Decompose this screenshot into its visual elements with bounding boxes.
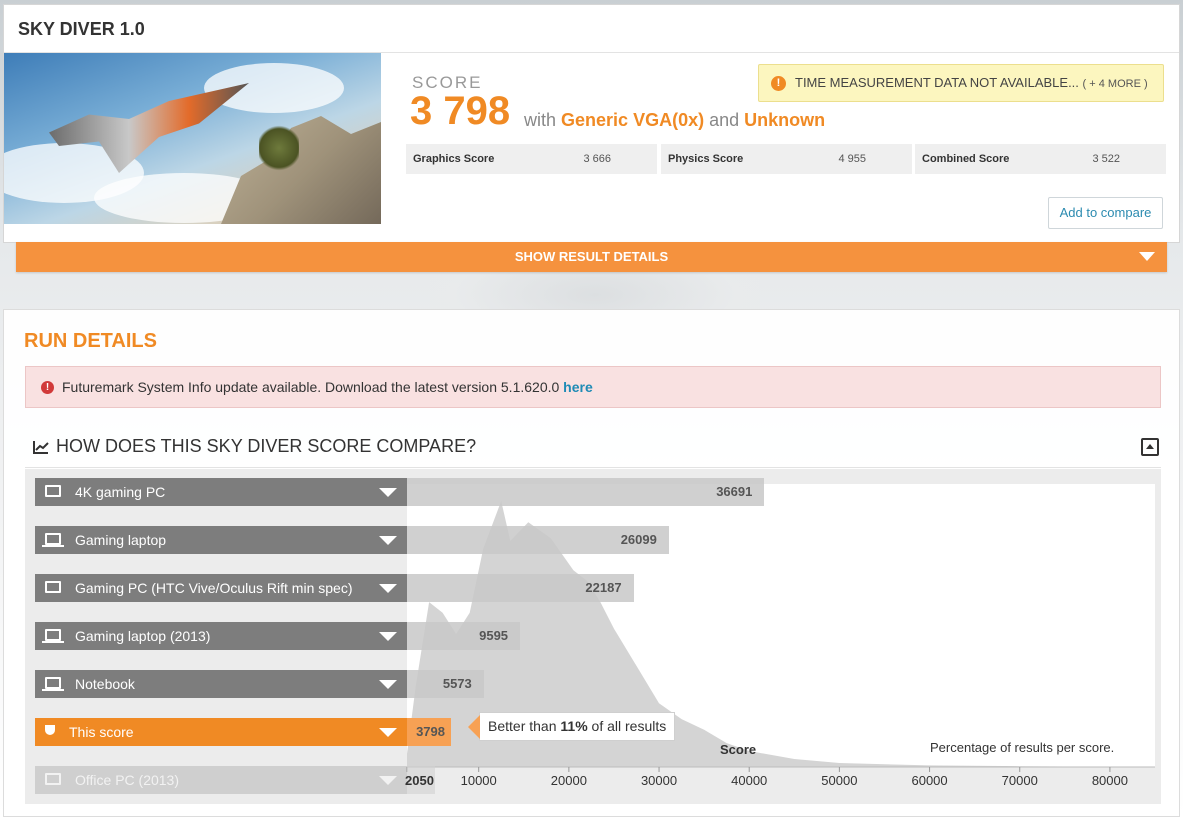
result-card: SKY DIVER 1.0 SCORE 3 798 with Generic V… — [3, 4, 1180, 243]
show-result-details-button[interactable]: SHOW RESULT DETAILS — [16, 242, 1167, 272]
error-icon: ! — [41, 381, 54, 394]
combined-score-label: Combined Score — [922, 153, 1010, 165]
monitor-icon — [45, 773, 61, 785]
tooltip-suffix: of all results — [591, 718, 667, 734]
score-value: 3 798 — [410, 89, 511, 133]
category-score-bar: 5573 — [407, 670, 484, 698]
category-label: This score — [69, 724, 134, 740]
category-label: Gaming laptop — [75, 532, 167, 548]
x-tick-label: 2050 — [405, 773, 434, 788]
category-label: 4K gaming PC — [75, 484, 166, 500]
chevron-down-icon[interactable] — [379, 536, 397, 545]
physics-score: Physics Score 4 955 — [661, 144, 912, 174]
and-text: and — [709, 110, 740, 130]
chevron-down-icon[interactable] — [379, 728, 397, 737]
run-details-panel: RUN DETAILS ! Futuremark System Info upd… — [3, 309, 1180, 817]
add-to-compare-button[interactable]: Add to compare — [1048, 197, 1163, 229]
category-label: Notebook — [75, 676, 135, 692]
category-row[interactable]: 4K gaming PC — [35, 478, 407, 506]
alert-download-link[interactable]: here — [563, 379, 593, 395]
warning-icon: ! — [771, 76, 786, 91]
update-alert: ! Futuremark System Info update availabl… — [25, 366, 1161, 408]
combined-score: Combined Score 3 522 — [915, 144, 1166, 174]
graphics-score-value: 3 666 — [583, 153, 611, 165]
category-score-bar: 36691 — [407, 478, 765, 506]
laptop-icon — [42, 533, 64, 547]
category-score-bar: 9595 — [407, 622, 521, 650]
warning-text: TIME MEASUREMENT DATA NOT AVAILABLE... — [795, 75, 1079, 90]
category-label: Gaming laptop (2013) — [75, 628, 211, 644]
chevron-down-icon[interactable] — [379, 584, 397, 593]
physics-score-value: 4 955 — [838, 153, 866, 165]
graphics-score-label: Graphics Score — [413, 153, 495, 165]
score-hardware: with Generic VGA(0x) and Unknown — [524, 110, 825, 131]
benchmark-thumbnail — [4, 53, 381, 224]
show-result-details-label: SHOW RESULT DETAILS — [514, 249, 669, 264]
laptop-icon — [42, 677, 64, 691]
x-tick-label: 30000 — [640, 773, 678, 788]
score-distribution-chart: 4K gaming PC 36691 Gaming laptop 26099 Gamin… — [25, 469, 1161, 804]
chevron-down-icon — [1139, 252, 1155, 261]
y-axis-label: Percentage of results per score. — [930, 740, 1115, 755]
chevron-down-icon[interactable] — [379, 680, 397, 689]
time-measurement-warning[interactable]: ! TIME MEASUREMENT DATA NOT AVAILABLE...… — [758, 64, 1164, 102]
better-than-tooltip: Better than 11% of all results — [467, 712, 676, 741]
line-chart-icon — [33, 441, 49, 454]
category-label: Office PC (2013) — [75, 772, 180, 788]
x-tick-label: 50000 — [821, 773, 858, 788]
trophy-icon — [45, 725, 55, 735]
chevron-down-icon[interactable] — [379, 776, 397, 785]
warning-more[interactable]: ( + 4 MORE ) — [1083, 78, 1148, 90]
compare-header: HOW DOES THIS SKY DIVER SCORE COMPARE? — [25, 428, 1161, 468]
category-label: Gaming PC (HTC Vive/Oculus Rift min spec… — [75, 580, 353, 596]
monitor-icon — [45, 581, 61, 593]
run-details-title: RUN DETAILS — [24, 330, 157, 352]
x-tick-label: 40000 — [731, 773, 768, 788]
tooltip-percent: 11% — [560, 718, 588, 734]
with-text: with — [524, 110, 557, 130]
category-row[interactable]: Office PC (2013) — [35, 766, 407, 794]
x-tick-label: 10000 — [460, 773, 497, 788]
category-row[interactable]: Gaming laptop (2013) — [35, 622, 407, 650]
combined-score-value: 3 522 — [1092, 153, 1120, 165]
chevron-down-icon[interactable] — [379, 632, 397, 641]
category-score-bar: 26099 — [407, 526, 669, 554]
benchmark-title: SKY DIVER 1.0 — [4, 5, 1179, 53]
compare-title: HOW DOES THIS SKY DIVER SCORE COMPARE? — [56, 436, 477, 456]
gpu-link[interactable]: Generic VGA(0x) — [561, 110, 704, 130]
x-tick-label: 80000 — [1091, 773, 1128, 788]
sub-scores: Graphics Score 3 666 Physics Score 4 955… — [406, 144, 1166, 174]
monitor-icon — [45, 485, 61, 497]
graphics-score: Graphics Score 3 666 — [406, 144, 657, 174]
category-row[interactable]: Notebook — [35, 670, 407, 698]
category-score-bar: 22187 — [407, 574, 634, 602]
tooltip-prefix: Better than — [488, 718, 557, 734]
x-tick-label: 70000 — [1001, 773, 1038, 788]
category-row[interactable]: Gaming laptop — [35, 526, 407, 554]
collapse-icon[interactable] — [1141, 438, 1159, 456]
physics-score-label: Physics Score — [668, 153, 744, 165]
x-tick-label: 60000 — [911, 773, 948, 788]
category-score-bar: 3798 — [407, 718, 451, 746]
alert-text: Futuremark System Info update available.… — [62, 379, 560, 395]
laptop-icon — [42, 629, 64, 643]
x-axis-label: Score — [720, 742, 757, 757]
category-row[interactable]: This score — [35, 718, 407, 746]
cpu-link[interactable]: Unknown — [744, 110, 825, 130]
x-tick-label: 20000 — [550, 773, 587, 788]
chevron-down-icon[interactable] — [379, 488, 397, 497]
category-row[interactable]: Gaming PC (HTC Vive/Oculus Rift min spec… — [35, 574, 407, 602]
